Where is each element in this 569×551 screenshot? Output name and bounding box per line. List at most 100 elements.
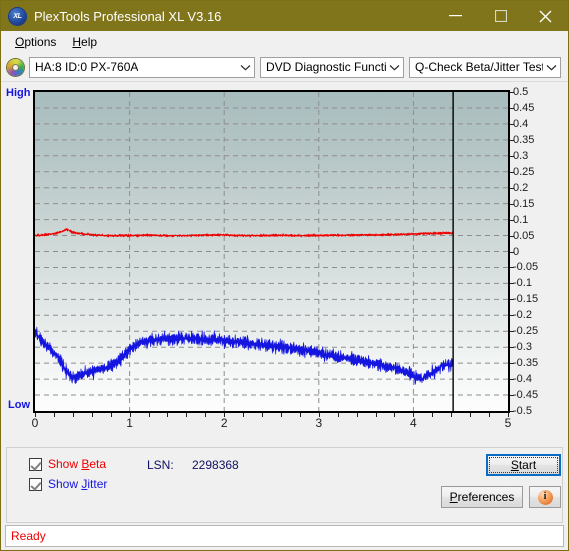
y-tick-label: -0.5 [513, 405, 532, 417]
x-tick-mark [470, 413, 472, 417]
y-tick-label: 0.3 [513, 149, 529, 162]
y-tick-mark [510, 92, 514, 93]
chevron-down-icon [543, 64, 560, 71]
y-tick-mark [510, 411, 514, 412]
show-beta-checkbox[interactable] [29, 457, 42, 471]
x-tick-label: 5 [504, 416, 512, 430]
lsn-label: LSN: [147, 458, 174, 472]
x-tick-mark [356, 413, 358, 417]
status-bar: Ready [5, 525, 564, 547]
x-tick-mark [110, 413, 112, 417]
show-jitter-row[interactable]: Show Jitter [29, 477, 107, 491]
menu-item-options-label: ptions [24, 35, 57, 49]
y-tick-label: 0.1 [513, 213, 529, 226]
y-tick-mark [510, 187, 514, 189]
preferences-button-label: Preferences [449, 490, 515, 504]
start-button-label: Start [489, 457, 558, 473]
x-tick-label: 4 [410, 416, 417, 430]
show-beta-label: Show Beta [48, 457, 107, 471]
optical-disc-icon [7, 58, 24, 76]
y-tick-mark [510, 123, 514, 125]
y-tick-label: 0.45 [513, 101, 535, 114]
info-icon: i [537, 489, 553, 505]
chart-panel: High Low 0.5 0.45 0.4 0.35 0.3 0.25 0.2 0.15 0.1… [1, 81, 568, 444]
menu-bar: Options Help [1, 31, 568, 53]
x-tick-mark [129, 413, 131, 417]
x-tick-mark [489, 413, 491, 417]
chevron-down-icon [237, 64, 254, 71]
toolbar: HA:8 ID:0 PX-760A DVD Diagnostic Functio… [1, 53, 568, 81]
lsn-value: 2298368 [192, 458, 239, 472]
window-title: PlexTools Professional XL V3.16 [34, 8, 222, 24]
x-tick-mark [280, 413, 282, 417]
drive-select-value: HA:8 ID:0 PX-760A [35, 60, 139, 74]
y-tick-label: -0.05 [513, 261, 539, 274]
y-tick-label: 0.35 [513, 133, 535, 146]
x-tick-mark [91, 413, 93, 417]
x-tick-mark [243, 413, 245, 417]
y-tick-label: 0.2 [513, 181, 529, 194]
y-tick-label: -0.45 [513, 389, 539, 402]
info-button[interactable]: i [529, 486, 561, 508]
show-jitter-label: Show Jitter [48, 477, 108, 491]
y-tick-label: -0.4 [513, 373, 532, 386]
drive-select[interactable]: HA:8 ID:0 PX-760A [29, 56, 255, 78]
minimize-icon[interactable] [433, 1, 478, 31]
y-tick-label: 0.05 [513, 229, 535, 242]
axis-label-high: High [6, 87, 31, 99]
x-tick-label: 1 [126, 416, 133, 430]
x-tick-mark [72, 413, 74, 417]
x-tick-mark [167, 413, 169, 417]
y-tick-mark [510, 315, 514, 317]
title-bar: XL PlexTools Professional XL V3.16 [1, 1, 568, 31]
maximize-icon[interactable] [478, 1, 523, 31]
x-tick-mark [432, 413, 434, 417]
y-tick-label: 0.15 [513, 197, 535, 210]
x-tick-mark [299, 413, 301, 417]
y-tick-mark [510, 235, 514, 237]
plot-svg [35, 92, 508, 411]
y-tick-label: -0.25 [513, 325, 539, 338]
x-tick-mark [318, 413, 320, 417]
x-tick-mark [413, 413, 415, 417]
x-tick-mark [451, 413, 453, 417]
show-jitter-checkbox[interactable] [29, 477, 42, 491]
x-tick-label: 2 [220, 416, 228, 430]
y-tick-mark [510, 363, 514, 365]
x-tick-mark [394, 413, 396, 417]
y-tick-label: -0.15 [513, 293, 539, 306]
function-select-value: DVD Diagnostic Functions [266, 60, 386, 74]
y-tick-label: 0.25 [513, 165, 535, 178]
x-tick-mark [205, 413, 207, 417]
start-button[interactable]: Start [486, 454, 561, 476]
test-select[interactable]: Q-Check Beta/Jitter Test [409, 56, 561, 78]
plot-area [33, 90, 510, 413]
function-select[interactable]: DVD Diagnostic Functions [260, 56, 404, 78]
y-tick-mark [510, 267, 514, 269]
control-panel: Show Beta Show Jitter LSN: 2298368 Start… [6, 447, 563, 523]
x-tick-mark [35, 413, 36, 417]
x-tick-label: 0 [31, 416, 39, 430]
app-icon: XL [9, 7, 26, 25]
y-tick-mark [510, 139, 514, 141]
x-tick-mark [53, 413, 55, 417]
menu-item-options[interactable]: Options [7, 33, 64, 51]
x-tick-mark [262, 413, 264, 417]
axis-label-low: Low [8, 399, 30, 411]
y-tick-mark [510, 331, 514, 333]
y-tick-mark [510, 171, 514, 173]
y-tick-label: -0.3 [513, 341, 532, 354]
y-tick-mark [510, 107, 514, 109]
x-tick-mark [186, 413, 188, 417]
x-tick-mark [508, 413, 509, 417]
y-tick-mark [510, 203, 514, 205]
status-text: Ready [11, 529, 46, 543]
x-tick-mark [375, 413, 377, 417]
y-tick-label: -0.2 [513, 309, 532, 322]
show-beta-row[interactable]: Show Beta [29, 457, 106, 471]
preferences-button[interactable]: Preferences [441, 486, 523, 508]
y-tick-label: -0.35 [513, 357, 539, 370]
close-icon[interactable] [523, 1, 568, 31]
menu-item-help[interactable]: Help [64, 33, 105, 51]
y-tick-mark [510, 155, 514, 157]
